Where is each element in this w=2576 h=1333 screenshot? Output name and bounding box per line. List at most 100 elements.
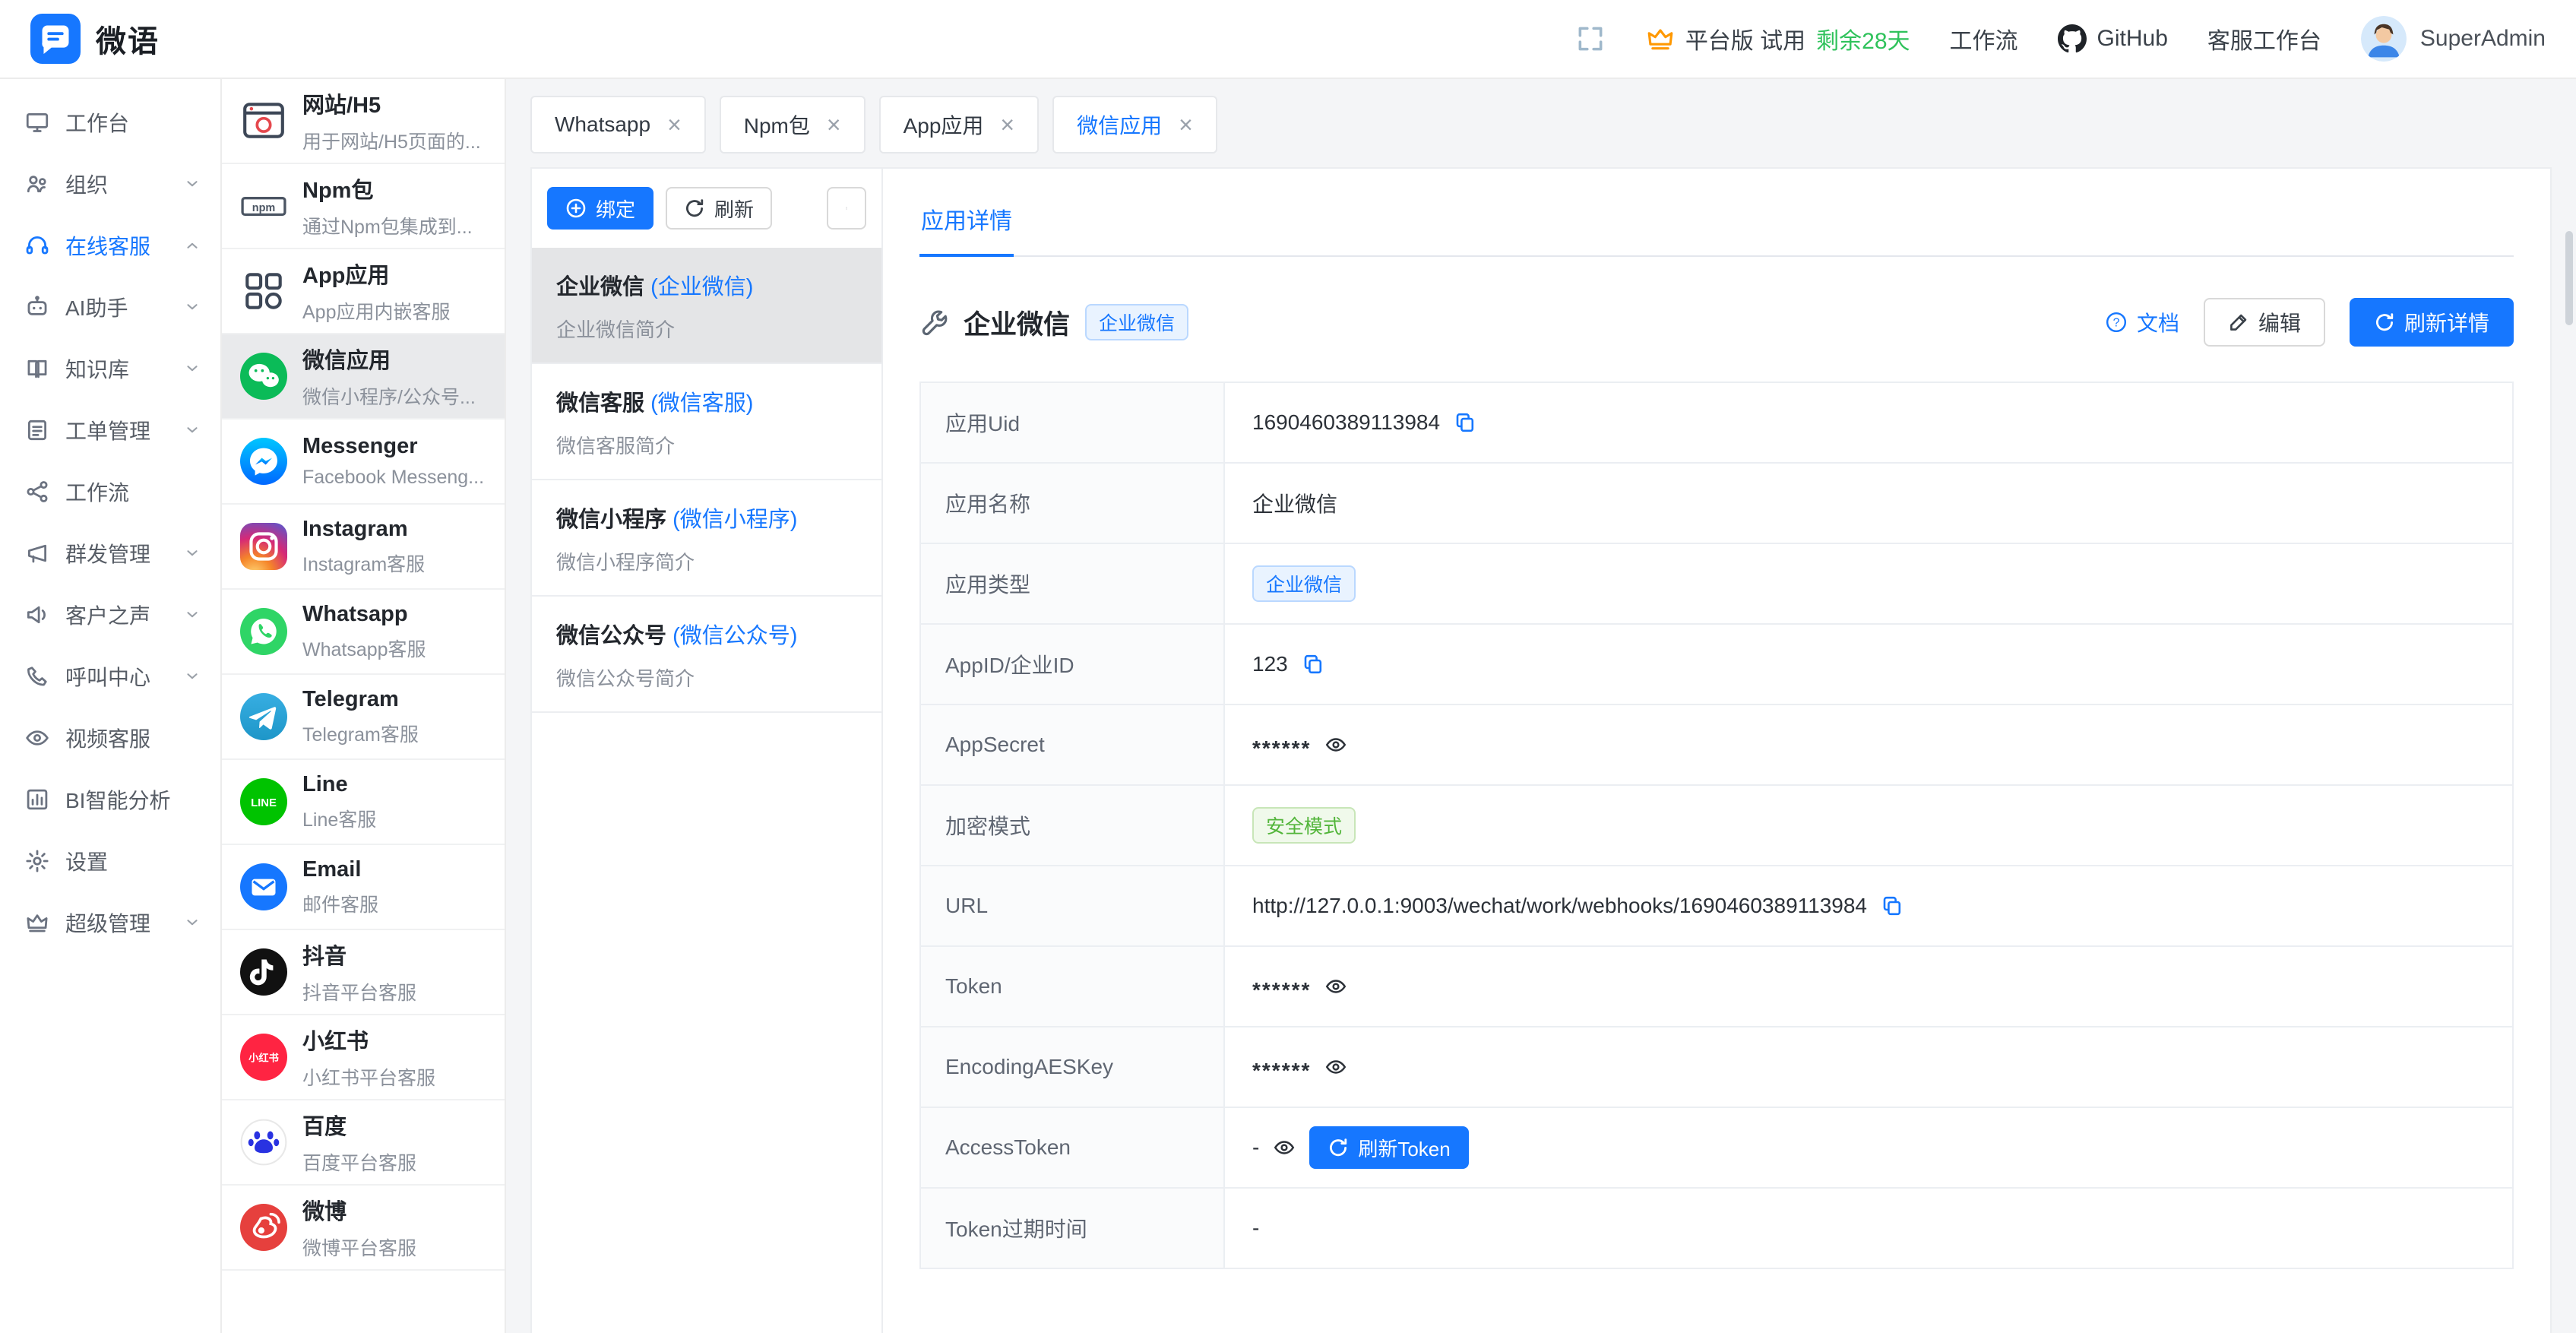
sidebar-item-label: 群发管理 bbox=[65, 538, 150, 568]
channel-item-douyin[interactable]: 抖音抖音平台客服 bbox=[222, 930, 505, 1015]
eye-icon[interactable] bbox=[1273, 1136, 1296, 1159]
sidebar-item-label: 客户之声 bbox=[65, 600, 150, 630]
app-item-title: 企业微信 (企业微信) bbox=[556, 269, 857, 301]
user-menu[interactable]: SuperAdmin bbox=[2361, 16, 2546, 62]
sidebar-item-admin[interactable]: 超级管理 bbox=[0, 891, 220, 953]
close-icon[interactable]: × bbox=[1000, 112, 1014, 137]
detail-row: AccessToken - 刷新Token bbox=[921, 1108, 2512, 1189]
sidebar-item-broadcast[interactable]: 群发管理 bbox=[0, 522, 220, 584]
channel-item-npm[interactable]: npmNpm包通过Npm包集成到... bbox=[222, 164, 505, 249]
app-type-link[interactable]: (微信公众号) bbox=[672, 624, 797, 648]
detail-label: 应用名称 bbox=[921, 464, 1225, 543]
channel-text: InstagramInstagram客服 bbox=[302, 517, 425, 577]
more-button[interactable] bbox=[827, 187, 866, 230]
sidebar-item-label: 知识库 bbox=[65, 353, 129, 384]
nav-github[interactable]: GitHub bbox=[2058, 24, 2168, 53]
sidebar-item-ai[interactable]: AI助手 bbox=[0, 276, 220, 337]
sidebar-item-workbench[interactable]: 工作台 bbox=[0, 91, 220, 153]
crown-icon bbox=[24, 910, 50, 936]
nav-workflow[interactable]: 工作流 bbox=[1950, 22, 2018, 55]
fullscreen-icon[interactable] bbox=[1574, 23, 1606, 55]
sidebar-item-kb[interactable]: 知识库 bbox=[0, 337, 220, 399]
app-list-item-wechat-kf[interactable]: 微信客服 (微信客服)微信客服简介 bbox=[532, 364, 881, 480]
app-type-link[interactable]: (微信客服) bbox=[650, 391, 753, 416]
channel-desc: App应用内嵌客服 bbox=[302, 297, 450, 325]
sidebar-item-video[interactable]: 视频客服 bbox=[0, 707, 220, 768]
sidebar-item-settings[interactable]: 设置 bbox=[0, 830, 220, 891]
close-icon[interactable]: × bbox=[827, 112, 841, 137]
app-list-item-wechat-mp[interactable]: 微信公众号 (微信公众号)微信公众号简介 bbox=[532, 597, 881, 713]
copy-icon[interactable] bbox=[1454, 411, 1476, 434]
org-icon bbox=[24, 171, 50, 197]
channel-name: 微信应用 bbox=[302, 343, 476, 375]
channel-name: 网站/H5 bbox=[302, 87, 481, 119]
app-item-title: 微信客服 (微信客服) bbox=[556, 385, 857, 417]
channel-item-telegram[interactable]: TelegramTelegram客服 bbox=[222, 675, 505, 760]
detail-value-cell: 1690460389113984 bbox=[1225, 383, 2512, 462]
eye-icon[interactable] bbox=[1324, 733, 1347, 756]
channel-desc: 通过Npm包集成到... bbox=[302, 212, 473, 239]
channel-item-xiaohongshu[interactable]: 小红书小红书小红书平台客服 bbox=[222, 1015, 505, 1100]
channel-item-messenger[interactable]: MessengerFacebook Messeng... bbox=[222, 420, 505, 505]
app-list-item-wework[interactable]: 企业微信 (企业微信)企业微信简介 bbox=[532, 248, 881, 364]
nav-agent-workbench[interactable]: 客服工作台 bbox=[2207, 22, 2321, 55]
app-item-desc: 微信公众号简介 bbox=[556, 663, 857, 692]
detail-label: 应用Uid bbox=[921, 383, 1225, 462]
sidebar-item-voice[interactable]: 客户之声 bbox=[0, 584, 220, 645]
refresh-detail-button[interactable]: 刷新详情 bbox=[2350, 298, 2514, 347]
scrollbar-thumb[interactable] bbox=[2565, 231, 2573, 325]
channel-item-app[interactable]: App应用 App应用内嵌客服 bbox=[222, 249, 505, 334]
channel-item-email[interactable]: Email邮件客服 bbox=[222, 845, 505, 930]
sidebar-item-label: 工作台 bbox=[65, 107, 129, 138]
detail-value: - bbox=[1252, 1135, 1259, 1160]
edit-button[interactable]: 编辑 bbox=[2204, 298, 2325, 347]
eye-icon[interactable] bbox=[1324, 1056, 1347, 1078]
detail-label: AccessToken bbox=[921, 1108, 1225, 1187]
sidebar-item-flow[interactable]: 工作流 bbox=[0, 461, 220, 522]
refresh-button[interactable]: 刷新 bbox=[666, 187, 772, 230]
channel-item-baidu[interactable]: 百度百度平台客服 bbox=[222, 1100, 505, 1186]
tab-app-detail[interactable]: 应用详情 bbox=[919, 188, 1014, 257]
sidebar-item-org[interactable]: 组织 bbox=[0, 153, 220, 214]
sidebar-item-label: 超级管理 bbox=[65, 907, 150, 938]
copy-icon[interactable] bbox=[1881, 894, 1904, 917]
app-logo-icon[interactable] bbox=[30, 14, 81, 64]
workflow-icon bbox=[24, 479, 50, 505]
chevron-down-icon bbox=[184, 606, 201, 623]
sidebar-item-call[interactable]: 呼叫中心 bbox=[0, 645, 220, 707]
channel-name: Messenger bbox=[302, 434, 484, 459]
channel-item-website[interactable]: 网站/H5用于网站/H5页面的... bbox=[222, 79, 505, 164]
kebab-icon bbox=[845, 198, 848, 219]
sidebar-item-ticket[interactable]: 工单管理 bbox=[0, 399, 220, 461]
eye-icon[interactable] bbox=[1324, 975, 1347, 998]
channel-name: App应用 bbox=[302, 258, 450, 290]
bind-button[interactable]: 绑定 bbox=[547, 187, 653, 230]
close-icon[interactable]: × bbox=[667, 112, 682, 137]
tab-app[interactable]: App应用× bbox=[879, 96, 1040, 154]
refresh-token-button[interactable]: 刷新Token bbox=[1309, 1126, 1468, 1169]
channel-item-weibo[interactable]: 微博微博平台客服 bbox=[222, 1186, 505, 1271]
close-icon[interactable]: × bbox=[1179, 112, 1193, 137]
copy-icon[interactable] bbox=[1302, 653, 1324, 676]
doc-link[interactable]: ? 文档 bbox=[2105, 307, 2179, 337]
detail-row: 应用Uid1690460389113984 bbox=[921, 383, 2512, 464]
channel-item-wechat[interactable]: 微信应用微信小程序/公众号... bbox=[222, 334, 505, 420]
app-list-item-wechat-mini[interactable]: 微信小程序 (微信小程序)微信小程序简介 bbox=[532, 480, 881, 597]
avatar bbox=[2361, 16, 2407, 62]
detail-value-cell: - bbox=[1225, 1189, 2512, 1268]
channel-text: App应用 App应用内嵌客服 bbox=[302, 258, 450, 325]
chevron-down-icon bbox=[184, 299, 201, 315]
app-type-link[interactable]: (企业微信) bbox=[650, 275, 753, 299]
voice-icon bbox=[24, 602, 50, 628]
plan-badge[interactable]: 平台版 试用 剩余28天 bbox=[1646, 22, 1910, 55]
sidebar-item-bi[interactable]: BI智能分析 bbox=[0, 768, 220, 830]
sidebar-item-online[interactable]: 在线客服 bbox=[0, 214, 220, 276]
channel-item-line[interactable]: LINELineLine客服 bbox=[222, 760, 505, 845]
channel-text: Npm包通过Npm包集成到... bbox=[302, 173, 473, 239]
channel-item-instagram[interactable]: InstagramInstagram客服 bbox=[222, 505, 505, 590]
app-type-link[interactable]: (微信小程序) bbox=[672, 508, 797, 532]
tab-whatsapp[interactable]: Whatsapp× bbox=[530, 96, 706, 154]
channel-item-whatsapp[interactable]: WhatsappWhatsapp客服 bbox=[222, 590, 505, 675]
tab-npm[interactable]: Npm包× bbox=[720, 96, 866, 154]
tab-wechat[interactable]: 微信应用× bbox=[1052, 96, 1217, 154]
